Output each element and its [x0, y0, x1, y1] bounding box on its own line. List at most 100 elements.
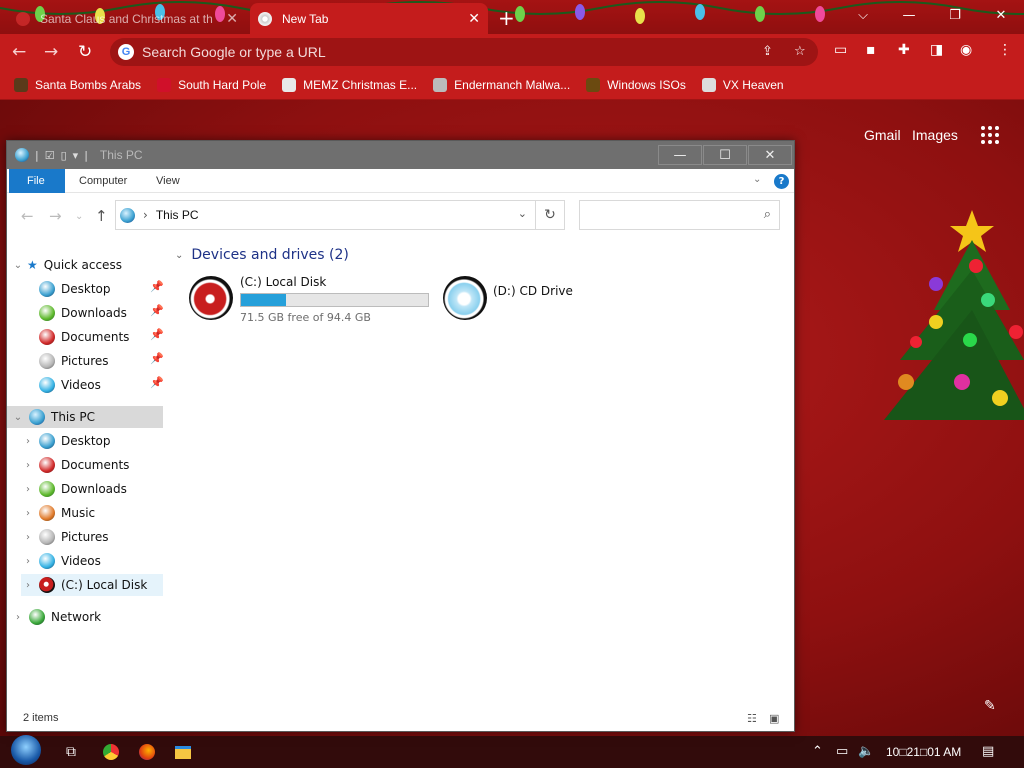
sidebar-item-qa-videos[interactable]: Videos: [39, 374, 101, 396]
search-input[interactable]: ⌕: [579, 200, 780, 230]
task-view-icon[interactable]: ⧉: [60, 742, 82, 762]
menu-kebab-icon[interactable]: ⋮: [998, 42, 1012, 58]
tab-view[interactable]: View: [142, 169, 194, 193]
extension-s-icon[interactable]: ▪: [866, 42, 876, 58]
forward-icon[interactable]: →: [44, 42, 58, 62]
sidebar-item-qa-documents[interactable]: Documents: [39, 326, 129, 348]
customize-pencil-icon[interactable]: ✎: [984, 698, 996, 714]
breadcrumb[interactable]: This PC: [156, 208, 199, 222]
expand-chevron-icon[interactable]: ›: [11, 612, 25, 623]
clock[interactable]: 10□21□01 AM: [886, 745, 961, 759]
sidebar-item-label: Pictures: [61, 354, 109, 368]
chrome-taskbar-icon[interactable]: [100, 742, 122, 762]
close-window-button[interactable]: ✕: [978, 0, 1024, 30]
help-icon[interactable]: ?: [774, 174, 789, 189]
file-explorer-taskbar-icon[interactable]: [172, 742, 194, 762]
expand-chevron-icon[interactable]: ›: [21, 484, 35, 495]
recent-locations-icon[interactable]: ⌄: [75, 211, 83, 222]
up-arrow-icon[interactable]: ↑: [95, 207, 108, 225]
sidebar-item-qa-downloads[interactable]: Downloads: [39, 302, 127, 324]
address-bar[interactable]: › This PC ⌄: [115, 200, 536, 230]
omnibox[interactable]: G ⇪ ☆: [110, 38, 818, 66]
share-icon[interactable]: ⇪: [762, 44, 773, 59]
new-tab-button[interactable]: +: [498, 6, 515, 30]
images-link[interactable]: Images: [912, 127, 958, 143]
expand-chevron-icon[interactable]: ›: [21, 436, 35, 447]
sidebar-item-this-pc[interactable]: ⌄ This PC: [7, 406, 163, 428]
breadcrumb-chevron-icon[interactable]: ›: [143, 208, 148, 222]
sidebar-item-music[interactable]: › Music: [21, 502, 95, 524]
expand-chevron-icon[interactable]: ›: [21, 580, 35, 591]
start-button[interactable]: [8, 734, 44, 766]
browser-tab[interactable]: Santa Claus and Christmas at th ✕: [8, 3, 246, 34]
pin-icon[interactable]: 📌: [150, 352, 164, 365]
pin-icon[interactable]: 📌: [150, 304, 164, 317]
browser-tab-active[interactable]: New Tab ✕: [250, 3, 488, 34]
expand-chevron-icon[interactable]: ›: [21, 508, 35, 519]
side-panel-icon[interactable]: ◨: [930, 42, 943, 58]
back-icon[interactable]: ←: [12, 42, 26, 62]
explorer-minimize-button[interactable]: —: [658, 145, 702, 165]
sidebar-item-quick-access[interactable]: ⌄ ★ Quick access: [11, 254, 165, 276]
pin-icon[interactable]: 📌: [150, 280, 164, 293]
bookmark-item[interactable]: VX Heaven: [701, 77, 784, 92]
network-tray-icon[interactable]: ▭: [836, 744, 848, 759]
bookmark-item[interactable]: Endermanch Malwa...: [433, 77, 570, 92]
close-tab-icon[interactable]: ✕: [226, 10, 238, 27]
firefox-taskbar-icon[interactable]: [136, 742, 158, 762]
volume-icon[interactable]: 🔈: [858, 744, 874, 759]
properties-icon[interactable]: ☑: [45, 149, 55, 162]
sidebar-item-qa-desktop[interactable]: Desktop: [39, 278, 111, 300]
expand-chevron-icon[interactable]: ›: [21, 460, 35, 471]
address-dropdown-icon[interactable]: ⌄: [518, 207, 527, 220]
collapse-chevron-icon[interactable]: ⌄: [11, 412, 25, 423]
tab-computer[interactable]: Computer: [65, 169, 141, 193]
sidebar-item-qa-pictures[interactable]: Pictures: [39, 350, 109, 372]
google-apps-icon[interactable]: [981, 126, 999, 144]
drive-tile-c[interactable]: (C:) Local Disk 71.5 GB free of 94.4 GB: [189, 275, 429, 324]
profile-avatar-icon[interactable]: ◉: [960, 42, 972, 58]
bookmark-star-icon[interactable]: ☆: [794, 44, 806, 59]
sidebar-item-local-disk[interactable]: › (C:) Local Disk: [21, 574, 163, 596]
collapse-chevron-icon[interactable]: ⌄: [175, 250, 183, 261]
pin-icon[interactable]: 📌: [150, 376, 164, 389]
collapse-chevron-icon[interactable]: ⌄: [11, 260, 25, 271]
sidebar-item-pictures[interactable]: › Pictures: [21, 526, 109, 548]
large-icons-view-icon[interactable]: ▣: [769, 712, 779, 725]
omnibox-input[interactable]: [142, 44, 702, 60]
details-view-icon[interactable]: ☷: [747, 712, 757, 725]
expand-chevron-icon[interactable]: ›: [21, 532, 35, 543]
refresh-button[interactable]: ↻: [536, 200, 565, 230]
pin-icon[interactable]: 📌: [150, 328, 164, 341]
back-arrow-icon[interactable]: ←: [21, 207, 34, 225]
expand-chevron-icon[interactable]: ›: [21, 556, 35, 567]
qat-dropdown-icon[interactable]: ▾: [73, 149, 79, 162]
sidebar-item-desktop[interactable]: › Desktop: [21, 430, 111, 452]
bookmark-item[interactable]: Windows ISOs: [586, 77, 686, 92]
group-header-devices[interactable]: ⌄ Devices and drives (2): [175, 247, 349, 263]
tab-file[interactable]: File: [9, 169, 65, 193]
sidebar-item-downloads[interactable]: › Downloads: [21, 478, 127, 500]
forward-arrow-icon[interactable]: →: [49, 207, 62, 225]
close-tab-icon[interactable]: ✕: [468, 10, 480, 27]
drive-tile-d[interactable]: (D:) CD Drive: [443, 276, 573, 320]
explorer-maximize-button[interactable]: ☐: [703, 145, 747, 165]
new-folder-icon[interactable]: ▯: [61, 149, 67, 162]
reload-icon[interactable]: ↻: [78, 42, 92, 62]
bookmark-item[interactable]: MEMZ Christmas E...: [282, 77, 417, 92]
sidebar-item-videos[interactable]: › Videos: [21, 550, 101, 572]
sidebar-item-documents[interactable]: › Documents: [21, 454, 129, 476]
notifications-icon[interactable]: ▤: [982, 744, 994, 759]
explorer-close-button[interactable]: ✕: [748, 145, 792, 165]
bookmark-item[interactable]: Santa Bombs Arabs: [14, 77, 141, 92]
gmail-link[interactable]: Gmail: [864, 127, 901, 143]
expand-ribbon-icon[interactable]: ⌄: [753, 174, 761, 185]
restore-button[interactable]: ❐: [932, 0, 978, 30]
tab-search-button[interactable]: ⌵: [840, 0, 886, 30]
extension-flag-icon[interactable]: ▭: [834, 42, 847, 58]
show-hidden-icons-icon[interactable]: ⌃: [812, 744, 823, 759]
sidebar-item-network[interactable]: › Network: [11, 606, 101, 628]
extensions-puzzle-icon[interactable]: ✚: [898, 42, 910, 58]
bookmark-item[interactable]: South Hard Pole: [157, 77, 266, 92]
minimize-button[interactable]: —: [886, 0, 932, 30]
